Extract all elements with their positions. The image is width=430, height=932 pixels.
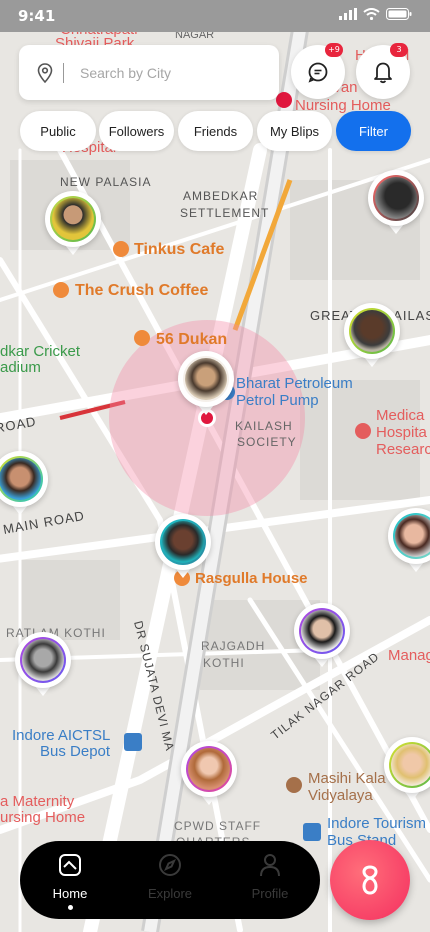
map-label: The Crush Coffee bbox=[75, 282, 208, 299]
user-marker[interactable] bbox=[388, 508, 430, 572]
map-label: CPWD STAFF bbox=[174, 819, 261, 833]
map-label: adium bbox=[0, 359, 41, 376]
avatar bbox=[0, 458, 41, 500]
chip-followers[interactable]: Followers bbox=[99, 111, 174, 151]
map-label: dkar Cricket bbox=[0, 343, 81, 360]
nav-explore[interactable]: Explore bbox=[135, 853, 205, 901]
user-marker[interactable] bbox=[294, 603, 350, 667]
user-marker[interactable] bbox=[344, 303, 400, 367]
map-label: AMBEDKAR bbox=[183, 189, 258, 203]
create-blip-button[interactable] bbox=[330, 840, 410, 920]
chip-my-blips[interactable]: My Blips bbox=[257, 111, 332, 151]
avatar bbox=[375, 177, 417, 219]
map-label: NEW PALASIA bbox=[60, 175, 151, 189]
map-label: SOCIETY bbox=[237, 435, 297, 449]
user-marker[interactable] bbox=[155, 514, 211, 578]
user-marker[interactable] bbox=[368, 170, 424, 234]
user-marker[interactable] bbox=[45, 191, 101, 255]
chat-icon bbox=[308, 62, 328, 83]
user-marker[interactable] bbox=[384, 737, 430, 801]
status-bar: 9:41 bbox=[0, 0, 430, 32]
map-label: SETTLEMENT bbox=[180, 206, 269, 220]
avatar bbox=[391, 744, 430, 786]
map-label: Manag bbox=[388, 647, 430, 664]
avatar bbox=[351, 310, 393, 352]
chip-public[interactable]: Public bbox=[20, 111, 96, 151]
nav-profile-label: Profile bbox=[251, 886, 289, 901]
map-label: Researc bbox=[376, 441, 430, 458]
messages-badge: +9 bbox=[325, 43, 343, 57]
chip-friends[interactable]: Friends bbox=[178, 111, 253, 151]
nav-home[interactable]: Home bbox=[35, 853, 105, 910]
nav-active-indicator bbox=[67, 905, 73, 910]
search-divider bbox=[63, 62, 64, 83]
explore-icon bbox=[159, 854, 181, 876]
avatar bbox=[52, 198, 94, 240]
map-label: KOTHI bbox=[203, 656, 245, 670]
messages-button[interactable]: +9 bbox=[291, 43, 345, 99]
bottom-nav: Home Explore Profile bbox=[20, 841, 320, 919]
avatar bbox=[188, 748, 230, 790]
map-label: Bus Depot bbox=[40, 743, 111, 760]
notifications-badge: 3 bbox=[390, 43, 408, 57]
user-marker[interactable] bbox=[181, 741, 237, 805]
user-marker[interactable] bbox=[0, 451, 48, 515]
search-input[interactable] bbox=[78, 63, 262, 82]
map-label: Rasgulla House bbox=[195, 570, 308, 587]
map-label: ursing Home bbox=[0, 809, 85, 826]
map-label: Indore AICTSL bbox=[12, 727, 110, 744]
map-label: Medica bbox=[376, 407, 425, 424]
map-label: a Maternity bbox=[0, 793, 75, 810]
avatar bbox=[395, 515, 430, 557]
map-label: Vidyalaya bbox=[308, 787, 373, 804]
nav-home-label: Home bbox=[52, 886, 88, 901]
map-label: 56 Dukan bbox=[156, 331, 227, 348]
search-bar[interactable] bbox=[19, 45, 279, 100]
nav-explore-label: Explore bbox=[147, 886, 193, 901]
nav-profile[interactable]: Profile bbox=[235, 853, 305, 901]
map-label: Hospita bbox=[376, 424, 428, 441]
map-label: Petrol Pump bbox=[236, 392, 319, 409]
notifications-button[interactable]: 3 bbox=[356, 43, 410, 99]
map-label: Indore Tourism bbox=[327, 815, 426, 832]
avatar bbox=[301, 610, 343, 652]
avatar bbox=[185, 358, 227, 400]
avatar bbox=[162, 521, 204, 563]
wifi-icon bbox=[363, 8, 380, 20]
status-icons bbox=[339, 8, 412, 20]
user-marker[interactable] bbox=[15, 632, 71, 696]
home-icon bbox=[59, 854, 81, 876]
user-marker-self[interactable] bbox=[178, 351, 234, 415]
filter-chips: Public Followers Friends My Blips Filter bbox=[0, 111, 430, 151]
location-pin-icon bbox=[37, 62, 53, 83]
map-label: Bharat Petroleum bbox=[236, 375, 353, 392]
signal-icon bbox=[339, 8, 357, 20]
profile-icon bbox=[260, 854, 280, 877]
status-time: 9:41 bbox=[18, 7, 56, 25]
map-label: Tinkus Cafe bbox=[134, 241, 225, 258]
filter-button[interactable]: Filter bbox=[336, 111, 411, 151]
map-label: RAJGADH bbox=[201, 639, 265, 653]
avatar bbox=[22, 639, 64, 681]
app-logo-icon bbox=[362, 865, 378, 895]
bell-icon bbox=[374, 62, 392, 84]
map-label: Masihi Kala bbox=[308, 770, 386, 787]
battery-icon bbox=[386, 8, 412, 20]
map-label: KAILASH bbox=[235, 419, 293, 433]
